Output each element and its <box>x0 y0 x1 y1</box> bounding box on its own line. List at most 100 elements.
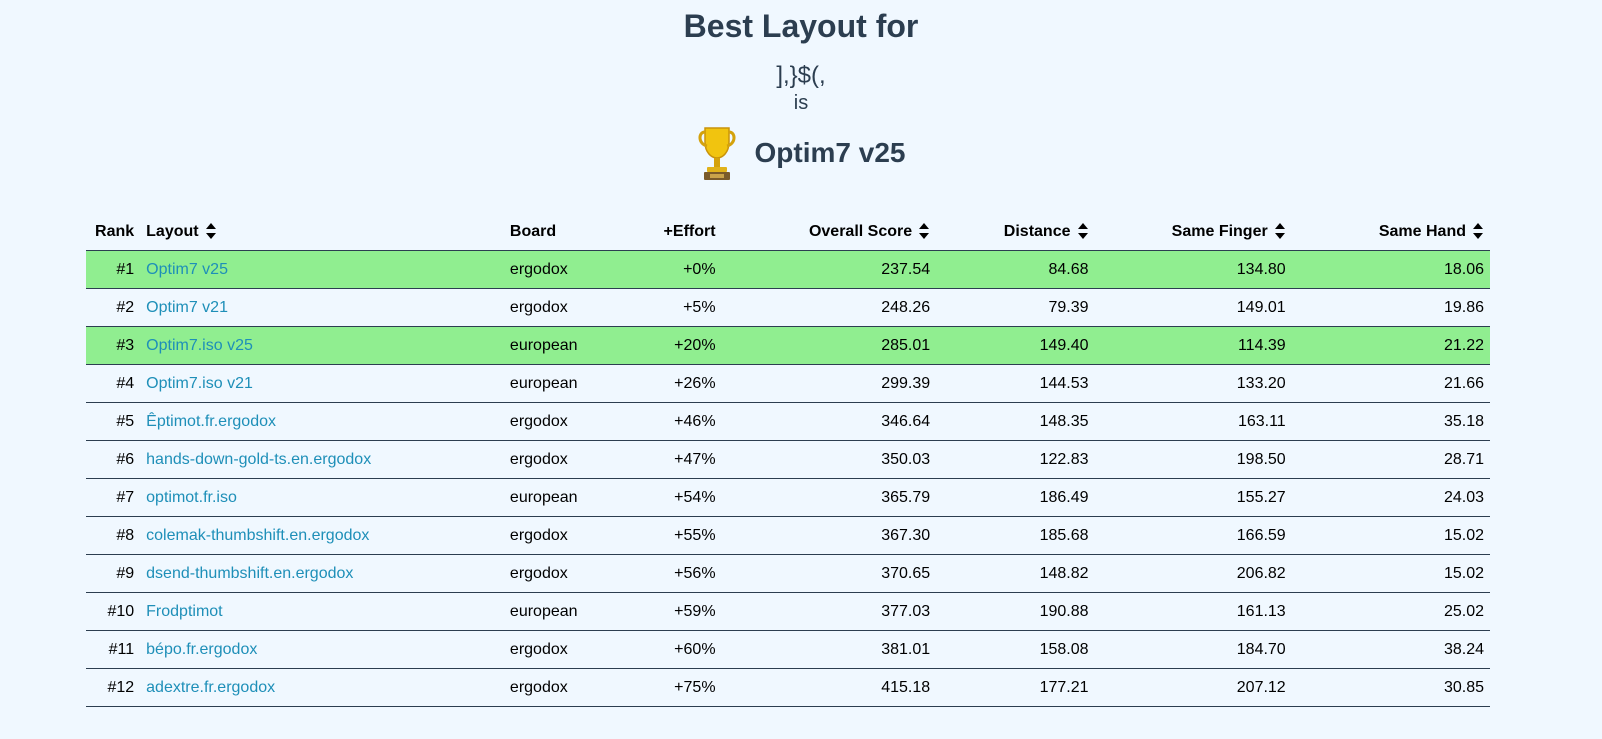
same-finger-cell: 206.82 <box>1094 554 1292 593</box>
rank-cell: #2 <box>86 288 141 327</box>
same-finger-cell: 207.12 <box>1094 668 1292 707</box>
table-row: #2 Optim7 v21 ergodox +5% 248.26 79.39 1… <box>86 288 1490 327</box>
distance-cell: 190.88 <box>936 592 1095 631</box>
distance-cell: 148.35 <box>936 402 1095 441</box>
layout-link[interactable]: Optim7.iso v21 <box>146 375 253 392</box>
same-finger-cell: 155.27 <box>1094 478 1292 517</box>
page-title: Best Layout for <box>683 8 919 44</box>
table-row: #9 dsend-thumbshift.en.ergodox ergodox +… <box>86 554 1490 593</box>
rank-cell: #8 <box>86 516 141 555</box>
effort-cell: +56% <box>606 554 722 593</box>
same-finger-cell: 163.11 <box>1094 402 1292 441</box>
same-finger-cell: 161.13 <box>1094 592 1292 631</box>
layout-link[interactable]: colemak-thumbshift.en.ergodox <box>146 527 369 544</box>
effort-cell: +5% <box>606 288 722 327</box>
column-header-effort: +Effort <box>606 214 722 251</box>
table-row: #6 hands-down-gold-ts.en.ergodox ergodox… <box>86 440 1490 479</box>
sort-updown-icon[interactable] <box>1472 222 1484 240</box>
distance-cell: 186.49 <box>936 478 1095 517</box>
overall-score-cell: 365.79 <box>721 478 937 517</box>
layout-link[interactable]: hands-down-gold-ts.en.ergodox <box>146 451 371 468</box>
is-label: is <box>793 92 809 114</box>
effort-cell: +55% <box>606 516 722 555</box>
rank-cell: #10 <box>86 592 141 631</box>
overall-score-cell: 377.03 <box>721 592 937 631</box>
rank-cell: #9 <box>86 554 141 593</box>
same-hand-cell: 15.02 <box>1291 516 1490 555</box>
sort-updown-icon[interactable] <box>205 222 217 240</box>
same-hand-cell: 24.03 <box>1291 478 1490 517</box>
column-header-same-finger[interactable]: Same Finger <box>1094 214 1292 251</box>
rank-cell: #6 <box>86 440 141 479</box>
distance-cell: 177.21 <box>936 668 1095 707</box>
same-hand-cell: 15.02 <box>1291 554 1490 593</box>
distance-cell: 158.08 <box>936 630 1095 669</box>
overall-score-cell: 237.54 <box>721 250 937 289</box>
same-hand-cell: 30.85 <box>1291 668 1490 707</box>
same-finger-cell: 184.70 <box>1094 630 1292 669</box>
same-hand-cell: 18.06 <box>1291 250 1490 289</box>
board-cell: ergodox <box>503 288 607 327</box>
rank-cell: #1 <box>86 250 141 289</box>
layout-link[interactable]: Optim7 v25 <box>146 261 228 278</box>
layout-link[interactable]: adextre.fr.ergodox <box>146 679 275 696</box>
effort-cell: +0% <box>606 250 722 289</box>
effort-cell: +60% <box>606 630 722 669</box>
same-hand-cell: 21.66 <box>1291 364 1490 403</box>
layout-link[interactable]: Optim7.iso v25 <box>146 337 253 354</box>
column-header-same-hand[interactable]: Same Hand <box>1291 214 1490 251</box>
column-header-overall[interactable]: Overall Score <box>721 214 937 251</box>
board-cell: european <box>503 364 607 403</box>
winner-name: Optim7 v25 <box>754 137 906 168</box>
rank-cell: #7 <box>86 478 141 517</box>
board-cell: ergodox <box>503 630 607 669</box>
layout-link[interactable]: bépo.fr.ergodox <box>146 641 257 658</box>
layout-link[interactable]: Optim7 v21 <box>146 299 228 316</box>
table-row: #5 Êptimot.fr.ergodox ergodox +46% 346.6… <box>86 402 1490 441</box>
board-cell: ergodox <box>503 440 607 479</box>
table-row: #1 Optim7 v25 ergodox +0% 237.54 84.68 1… <box>86 250 1490 289</box>
layout-link[interactable]: Êptimot.fr.ergodox <box>146 413 276 430</box>
same-hand-cell: 25.02 <box>1291 592 1490 631</box>
board-cell: ergodox <box>503 250 607 289</box>
distance-cell: 148.82 <box>936 554 1095 593</box>
overall-score-cell: 285.01 <box>721 326 937 365</box>
board-cell: ergodox <box>503 668 607 707</box>
board-cell: european <box>503 592 607 631</box>
same-hand-cell: 21.22 <box>1291 326 1490 365</box>
same-hand-cell: 35.18 <box>1291 402 1490 441</box>
sort-updown-icon[interactable] <box>918 222 930 240</box>
sort-updown-icon[interactable] <box>1274 222 1286 240</box>
table-row: #3 Optim7.iso v25 european +20% 285.01 1… <box>86 326 1490 365</box>
layout-link[interactable]: dsend-thumbshift.en.ergodox <box>146 565 353 582</box>
column-header-rank: Rank <box>86 214 141 251</box>
table-row: #4 Optim7.iso v21 european +26% 299.39 1… <box>86 364 1490 403</box>
distance-cell: 122.83 <box>936 440 1095 479</box>
same-finger-cell: 198.50 <box>1094 440 1292 479</box>
distance-cell: 149.40 <box>936 326 1095 365</box>
distance-cell: 144.53 <box>936 364 1095 403</box>
sort-updown-icon[interactable] <box>1077 222 1089 240</box>
same-finger-cell: 149.01 <box>1094 288 1292 327</box>
same-finger-cell: 133.20 <box>1094 364 1292 403</box>
rank-cell: #4 <box>86 364 141 403</box>
column-header-distance[interactable]: Distance <box>936 214 1095 251</box>
effort-cell: +75% <box>606 668 722 707</box>
effort-cell: +59% <box>606 592 722 631</box>
same-hand-cell: 19.86 <box>1291 288 1490 327</box>
layout-link[interactable]: optimot.fr.iso <box>146 489 237 506</box>
table-row: #12 adextre.fr.ergodox ergodox +75% 415.… <box>86 668 1490 707</box>
overall-score-cell: 248.26 <box>721 288 937 327</box>
layout-link[interactable]: Frodptimot <box>146 603 222 620</box>
board-cell: european <box>503 478 607 517</box>
trophy-icon <box>697 124 737 182</box>
overall-score-cell: 415.18 <box>721 668 937 707</box>
table-header-row: Rank Layout Board +Effort Overall Score … <box>86 214 1490 251</box>
effort-cell: +46% <box>606 402 722 441</box>
board-cell: ergodox <box>503 554 607 593</box>
distance-cell: 84.68 <box>936 250 1095 289</box>
column-header-layout[interactable]: Layout <box>140 214 504 251</box>
table-row: #11 bépo.fr.ergodox ergodox +60% 381.01 … <box>86 630 1490 669</box>
rank-cell: #5 <box>86 402 141 441</box>
overall-score-cell: 370.65 <box>721 554 937 593</box>
